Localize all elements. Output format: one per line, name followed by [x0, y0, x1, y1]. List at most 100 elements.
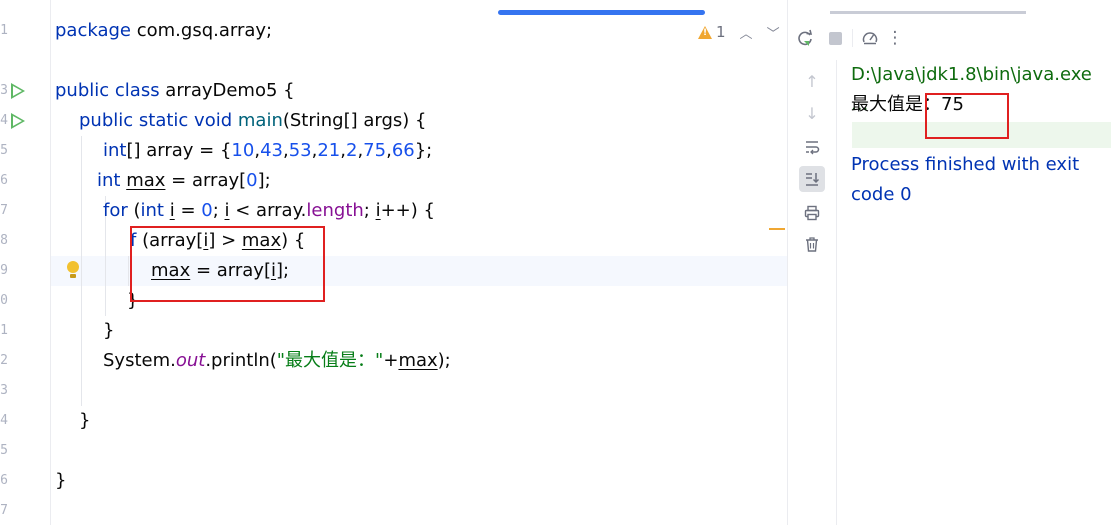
line-number: 4 — [0, 113, 8, 128]
line-number: 0 — [0, 293, 8, 308]
code-line-5[interactable]: int[] array = {10,43,53,21,2,75,66}; — [103, 136, 432, 166]
number-literal: 10 — [231, 140, 255, 161]
run-toolbar: ⋮ — [788, 22, 905, 54]
run-main-icon[interactable] — [11, 113, 25, 129]
stop-icon[interactable] — [820, 23, 850, 53]
line-number: 4 — [0, 413, 8, 428]
indent-guide — [81, 136, 82, 406]
variable-max: max — [398, 350, 438, 371]
output-highlight-box — [925, 93, 1009, 139]
code-text: + — [383, 350, 399, 371]
lightbulb-icon[interactable] — [66, 261, 80, 281]
line-number: 2 — [0, 353, 8, 368]
code-line-3[interactable]: public class arrayDemo5 { — [55, 76, 295, 106]
code-text: ; — [212, 200, 225, 221]
keyword: int — [97, 170, 121, 191]
code-line-4[interactable]: public static void main(String[] args) { — [79, 106, 426, 136]
line-number: 3 — [0, 383, 8, 398]
run-tool-window: ⋮ ↑ ↓ D:\Java\jdk1.8\bin\java.exe ... 最大… — [787, 0, 1111, 525]
number-literal: 43 — [260, 140, 283, 161]
keyword: void — [188, 110, 233, 131]
string-literal: "最大值是：" — [276, 350, 384, 371]
profiler-gauge-icon[interactable] — [855, 23, 885, 53]
keyword: int — [140, 200, 164, 221]
run-class-icon[interactable] — [11, 83, 25, 99]
number-literal: 0 — [201, 200, 213, 221]
code-editor[interactable]: 1 3 4 5 6 7 8 9 0 1 2 3 4 5 6 7 ! 1 ︿ ﹀ … — [0, 0, 787, 525]
trash-icon[interactable] — [799, 231, 825, 257]
code-line-12[interactable]: System.out.println("最大值是："+max); — [103, 346, 451, 376]
code-text: ; — [363, 200, 376, 221]
closing-brace: } — [103, 320, 115, 341]
line-number: 3 — [0, 83, 8, 98]
line-number: 7 — [0, 503, 8, 518]
code-line-14[interactable]: } — [79, 406, 90, 436]
rerun-icon[interactable] — [790, 23, 820, 53]
number-literal: 75 — [363, 140, 387, 161]
code-text: ]; — [257, 170, 271, 191]
console-command-line: D:\Java\jdk1.8\bin\java.exe ... — [851, 64, 1092, 115]
panel-tab-strip[interactable] — [830, 11, 1026, 14]
line-number: 6 — [0, 473, 8, 488]
scroll-to-end-icon[interactable] — [799, 166, 825, 192]
line-number: 1 — [0, 323, 8, 338]
chevron-down-icon[interactable]: ﹀ — [767, 23, 780, 42]
code-text: System. — [103, 350, 176, 371]
annotation-highlight-box — [130, 226, 325, 302]
number-literal: 21 — [317, 140, 341, 161]
print-icon[interactable] — [799, 200, 825, 226]
chevron-up-icon[interactable]: ︿ — [740, 23, 753, 42]
number-literal: 2 — [345, 140, 358, 161]
params: (String[] args) { — [282, 110, 427, 131]
line-number: 5 — [0, 443, 8, 458]
line-number: 6 — [0, 173, 8, 188]
code-line-7[interactable]: for (int i = 0; i < array.length; i++) { — [103, 196, 435, 226]
indent-guide — [128, 256, 129, 286]
inspection-widget[interactable]: ! 1 ︿ ﹀ — [698, 22, 780, 42]
keyword: class — [109, 80, 160, 101]
code-text: ( — [127, 200, 141, 221]
code-line-11[interactable]: } — [103, 316, 114, 346]
line-number: 5 — [0, 143, 8, 158]
keyword: int — [103, 140, 127, 161]
keyword: public — [79, 110, 134, 131]
inspection-count: 1 — [716, 23, 726, 41]
code-text: [] array = { — [126, 140, 232, 161]
code-line-1[interactable]: package com.gsq.array; — [55, 16, 272, 46]
static-field-out: out — [175, 350, 206, 371]
console-exit-message: Process finished with exit code 0 — [851, 154, 1080, 205]
variable-max: max — [126, 170, 166, 191]
code-text: = — [174, 200, 202, 221]
class-name: arrayDemo5 { — [159, 80, 295, 101]
line-number: 9 — [0, 263, 8, 278]
warning-stripe-marker[interactable] — [769, 228, 785, 230]
closing-brace: } — [79, 410, 91, 431]
code-text: ++) { — [380, 200, 435, 221]
code-line-16[interactable]: } — [55, 466, 66, 496]
line-number: 7 — [0, 203, 8, 218]
line-number: 1 — [0, 23, 8, 38]
horizontal-scrollbar-thumb[interactable] — [498, 10, 705, 15]
method-name: main — [232, 110, 283, 131]
number-literal: 53 — [288, 140, 312, 161]
scroll-down-icon[interactable]: ↓ — [799, 100, 825, 126]
code-text: }; — [414, 140, 433, 161]
current-line-highlight — [0, 256, 787, 286]
scroll-up-icon[interactable]: ↑ — [799, 68, 825, 94]
keyword: package — [55, 20, 131, 41]
number-literal: 66 — [391, 140, 415, 161]
closing-brace: } — [55, 470, 67, 491]
code-text: < array. — [229, 200, 307, 221]
code-line-6[interactable]: int max = array[0]; — [97, 166, 271, 196]
editor-gutter: 1 3 4 5 6 7 8 9 0 1 2 3 4 5 6 7 — [0, 0, 51, 525]
console-side-toolbar: ↑ ↓ — [788, 60, 837, 525]
soft-wrap-icon[interactable] — [799, 134, 825, 160]
keyword: public — [55, 80, 110, 101]
line-number: 8 — [0, 233, 8, 248]
keyword: static — [133, 110, 189, 131]
warning-triangle-icon: ! — [698, 25, 712, 39]
keyword: for — [103, 200, 128, 221]
code-text: ); — [437, 350, 451, 371]
more-options-icon[interactable]: ⋮ — [885, 23, 905, 53]
field-length: length — [306, 200, 364, 221]
